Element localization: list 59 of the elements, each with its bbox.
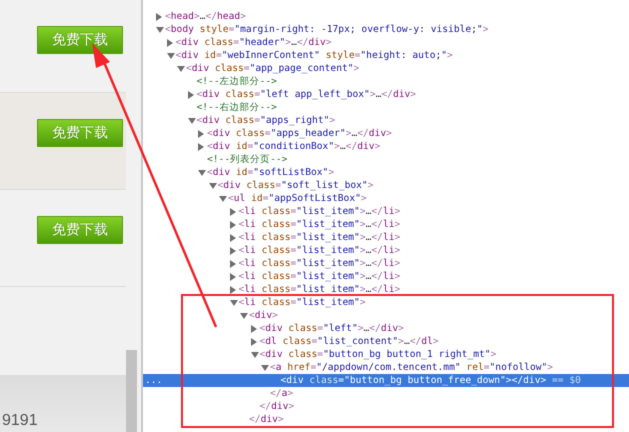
disclosure-triangle-icon[interactable] bbox=[250, 338, 256, 346]
disclosure-triangle-icon[interactable] bbox=[230, 234, 236, 242]
closing-tag-line[interactable]: </div> bbox=[249, 413, 284, 426]
disclosure-triangle-icon[interactable] bbox=[198, 170, 206, 176]
disclosure-triangle-icon[interactable] bbox=[230, 220, 236, 228]
gutter-ellipsis[interactable]: ... bbox=[145, 374, 162, 387]
element-tag-line[interactable]: <li class="list_item">…</li> bbox=[238, 218, 400, 231]
disclosure-triangle-icon[interactable] bbox=[219, 196, 227, 202]
element-tag-line[interactable]: <div class="button_bg button_free_down"></div> == $0 bbox=[280, 374, 581, 387]
element-tag-line[interactable]: <div class="app_page_content"> bbox=[186, 62, 360, 75]
element-tag-line[interactable]: <div class="apps_header">…</div> bbox=[207, 127, 392, 140]
element-tag-line[interactable]: <li class="list_item"> bbox=[238, 296, 366, 309]
footer-number: 9191 bbox=[2, 412, 38, 430]
element-tag-line[interactable]: <div> bbox=[249, 309, 278, 322]
disclosure-triangle-icon[interactable] bbox=[188, 118, 196, 124]
disclosure-triangle-icon[interactable] bbox=[230, 246, 236, 254]
element-tag-line[interactable]: <dl class="list_content">…</dl> bbox=[260, 335, 439, 348]
scrollbar-thumb[interactable] bbox=[126, 350, 137, 432]
element-tag-line[interactable]: <li class="list_item">…</li> bbox=[238, 205, 400, 218]
element-tag-line[interactable]: <div class="left app_left_box">…</div> bbox=[196, 88, 416, 101]
element-tag-line[interactable]: <div class="button_bg button_1 right_mt"> bbox=[260, 348, 496, 361]
element-tag-line[interactable]: <li class="list_item">…</li> bbox=[238, 283, 400, 296]
element-tag-line[interactable]: <div id="conditionBox">…</div> bbox=[207, 140, 380, 153]
disclosure-triangle-icon[interactable] bbox=[198, 142, 204, 150]
disclosure-triangle-icon[interactable] bbox=[230, 208, 236, 216]
disclosure-triangle-icon[interactable] bbox=[230, 272, 236, 280]
closing-tag-line[interactable]: </div> bbox=[260, 400, 294, 413]
element-tag-line[interactable]: <div class="header">…</div> bbox=[176, 36, 332, 49]
disclosure-triangle-icon[interactable] bbox=[166, 38, 172, 46]
disclosure-triangle-icon[interactable] bbox=[177, 66, 185, 72]
disclosure-triangle-icon[interactable] bbox=[156, 26, 164, 32]
disclosure-triangle-icon[interactable] bbox=[208, 182, 216, 188]
closing-tag-line[interactable]: </a> bbox=[270, 387, 294, 400]
disclosure-triangle-icon[interactable] bbox=[250, 352, 258, 358]
disclosure-triangle-icon[interactable] bbox=[188, 90, 194, 98]
element-tag-line[interactable]: <head>…</head> bbox=[165, 10, 246, 23]
element-tag-line[interactable]: <div class="apps_right"> bbox=[196, 114, 336, 127]
html-comment-line[interactable]: <!--列表分页--> bbox=[207, 153, 288, 166]
html-comment-line[interactable]: <!--右边部分--> bbox=[196, 101, 277, 114]
html-comment-line[interactable]: <!--左边部分--> bbox=[196, 75, 277, 88]
disclosure-triangle-icon[interactable] bbox=[198, 130, 204, 138]
element-tag-line[interactable]: <div id="softListBox"> bbox=[207, 166, 334, 179]
element-tag-line[interactable]: <li class="list_item">…</li> bbox=[238, 270, 400, 283]
disclosure-triangle-icon[interactable] bbox=[240, 312, 248, 318]
element-tag-line[interactable]: <li class="list_item">…</li> bbox=[238, 257, 400, 270]
element-tag-line[interactable]: <div class="left">…</div> bbox=[260, 322, 404, 335]
disclosure-triangle-icon[interactable] bbox=[230, 260, 236, 268]
element-tag-line[interactable]: <li class="list_item">…</li> bbox=[238, 244, 400, 257]
element-tag-line[interactable]: <a href="/appdown/com.tencent.mm" rel="nofollow"> bbox=[270, 361, 554, 374]
disclosure-triangle-icon[interactable] bbox=[156, 12, 162, 20]
disclosure-triangle-icon[interactable] bbox=[166, 52, 174, 58]
disclosure-triangle-icon[interactable] bbox=[250, 324, 256, 332]
element-tag-line[interactable]: <ul id="appSoftListBox"> bbox=[228, 192, 367, 205]
element-tag-line[interactable]: <body style="margin-right: -17px; overflow-y: visible;"> bbox=[165, 23, 488, 36]
element-tag-line[interactable]: <div class="soft_list_box"> bbox=[218, 179, 374, 192]
element-tag-line[interactable]: <li class="list_item">…</li> bbox=[238, 231, 400, 244]
disclosure-triangle-icon[interactable] bbox=[230, 286, 236, 294]
disclosure-triangle-icon[interactable] bbox=[230, 300, 238, 306]
element-tag-line[interactable]: <div id="webInnerContent" style="height: auto;"> bbox=[176, 49, 453, 62]
